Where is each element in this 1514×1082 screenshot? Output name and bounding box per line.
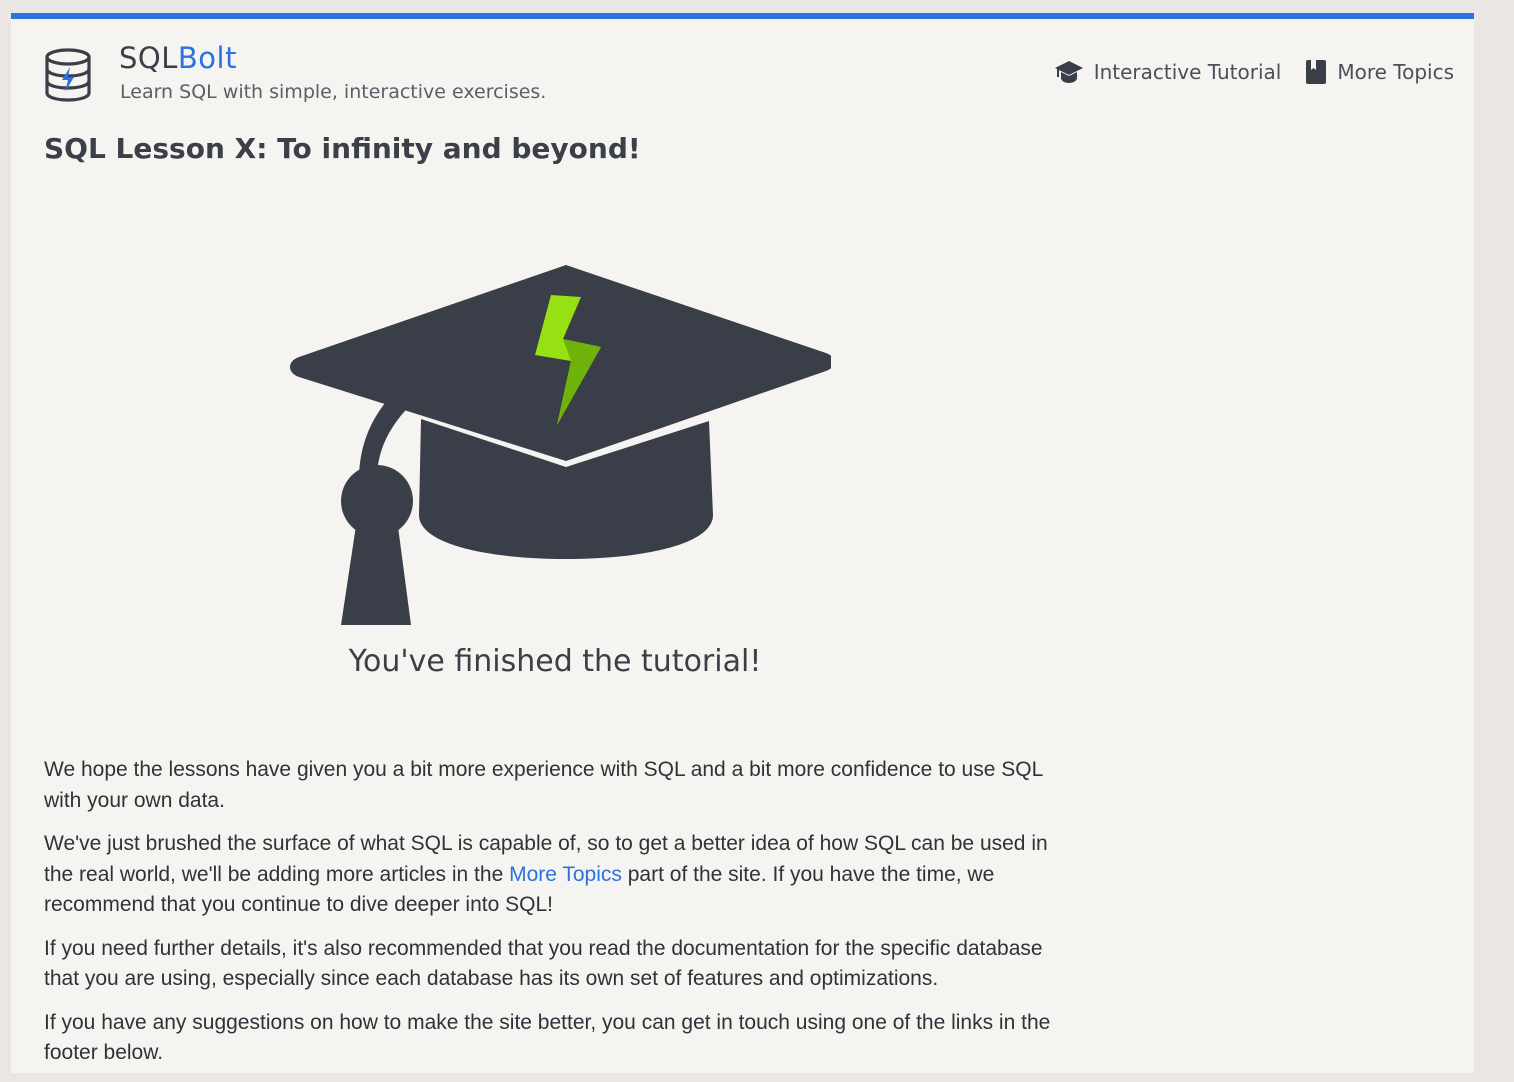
book-icon bbox=[1306, 60, 1327, 84]
top-nav: Interactive Tutorial More Topics bbox=[1054, 59, 1454, 85]
graduation-cap-icon bbox=[1054, 61, 1083, 83]
lesson-body: We hope the lessons have given you a bit… bbox=[44, 755, 1079, 1082]
brand-suffix: Bolt bbox=[177, 41, 237, 75]
graduation-cap-bolt-illustration bbox=[290, 265, 831, 625]
site-tagline: Learn SQL with simple, interactive exerc… bbox=[120, 81, 547, 103]
lesson-title: SQL Lesson X: To infinity and beyond! bbox=[44, 132, 641, 165]
body-paragraph-2: We've just brushed the surface of what S… bbox=[44, 829, 1079, 921]
nav-more-topics-label: More Topics bbox=[1337, 60, 1454, 84]
database-bolt-logo-icon[interactable] bbox=[43, 47, 93, 103]
nav-interactive-tutorial-label: Interactive Tutorial bbox=[1093, 60, 1282, 84]
site-brand[interactable]: SQLBolt bbox=[119, 41, 237, 75]
body-paragraph-4: If you have any suggestions on how to ma… bbox=[44, 1010, 1051, 1065]
finished-caption: You've finished the tutorial! bbox=[348, 644, 762, 679]
body-paragraph-1: We hope the lessons have given you a bit… bbox=[44, 758, 1043, 812]
nav-more-topics[interactable]: More Topics bbox=[1305, 59, 1454, 85]
more-topics-link[interactable]: More Topics bbox=[509, 863, 622, 886]
nav-interactive-tutorial[interactable]: Interactive Tutorial bbox=[1054, 59, 1282, 85]
body-paragraph-3: If you need further details, it's also r… bbox=[44, 936, 1043, 991]
brand-prefix: SQL bbox=[119, 41, 178, 75]
page-card: SQLBolt Learn SQL with simple, interacti… bbox=[11, 13, 1474, 1073]
